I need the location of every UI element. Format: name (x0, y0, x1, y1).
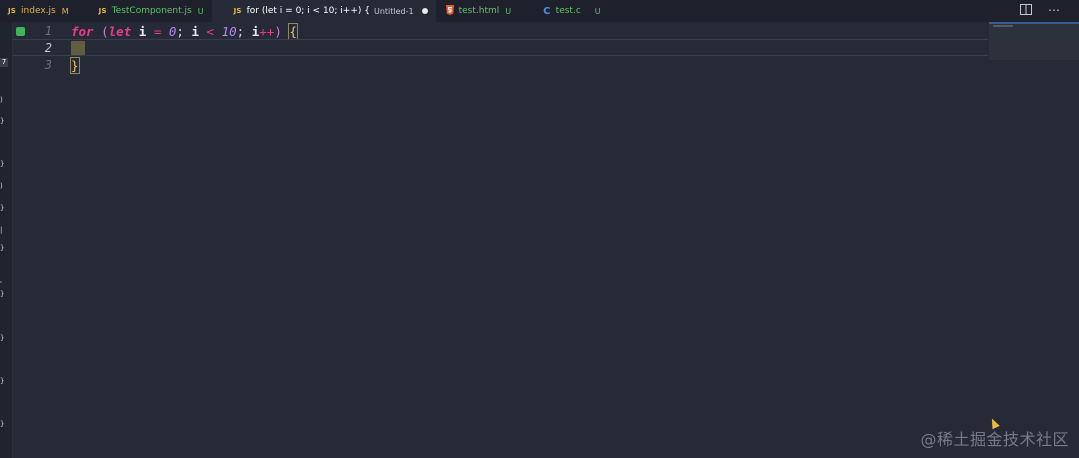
strip-glyph: } (0, 377, 5, 385)
strip-glyph: } (0, 160, 5, 168)
minimap-slider[interactable] (989, 22, 1079, 24)
tab-label: test.c (555, 6, 581, 16)
watermark: @稀土掘金技术社区 (920, 430, 1069, 449)
editor-tab-bar: JS index.js M JS TestComponent.js U JS f… (0, 0, 1079, 22)
git-status-badge: U (505, 6, 512, 16)
code-line-current[interactable]: 2 (13, 39, 988, 56)
minimap[interactable] (989, 22, 1079, 60)
strip-glyph: ' (0, 280, 2, 288)
more-actions-icon[interactable]: ⋯ (1047, 4, 1061, 17)
html5-icon (445, 5, 454, 17)
tab-label: test.html (458, 6, 500, 16)
code-line[interactable]: 1 for (let i = 0; i < 10; i++) { (13, 23, 988, 40)
git-status-badge: U (197, 6, 204, 16)
strip-glyph: ) (0, 182, 3, 190)
strip-glyph: ) (0, 96, 3, 104)
tab-label: index.js (21, 6, 56, 16)
minimap-code-preview (993, 25, 1013, 27)
code-editor[interactable]: 1 for (let i = 0; i < 10; i++) { 2 3 } (13, 22, 1079, 458)
strip-glyph: } (0, 334, 5, 342)
left-panel-strip: 7 ) } } ) } | } ' } } } } (0, 22, 13, 458)
code-text[interactable]: } (70, 57, 80, 74)
strip-glyph: } (0, 204, 5, 212)
split-editor-icon[interactable] (1019, 4, 1033, 17)
strip-glyph: } (0, 290, 5, 298)
vscode-window: JS index.js M JS TestComponent.js U JS f… (0, 0, 1079, 458)
javascript-file-icon: JS (8, 7, 17, 15)
strip-glyph: } (0, 420, 5, 428)
tab-index-js[interactable]: JS index.js M (0, 0, 77, 22)
tab-label: TestComponent.js (111, 6, 192, 16)
tab-test-html[interactable]: test.html U (435, 0, 520, 22)
tab-untitled-1[interactable]: JS for (let i = 0; i < 10; i++) { Untitl… (211, 0, 436, 22)
tab-test-c[interactable]: C test.c U (519, 0, 609, 22)
editor-actions: ⋯ (1019, 4, 1061, 17)
c-language-icon: C (543, 5, 551, 17)
code-text[interactable]: for (let i = 0; i < 10; i++) { (71, 23, 298, 40)
unsaved-dot-icon[interactable] (421, 8, 428, 14)
strip-glyph: | (0, 226, 3, 234)
code-line[interactable]: 3 } (13, 57, 988, 74)
strip-badge: 7 (0, 58, 8, 67)
javascript-file-icon: JS (98, 7, 107, 15)
strip-glyph: } (0, 117, 5, 125)
javascript-file-icon: JS (233, 7, 242, 15)
line-number: 1 (44, 24, 52, 38)
tab-label: for (let i = 0; i < 10; i++) { (246, 6, 370, 16)
git-status-badge: M (61, 6, 69, 16)
git-status-badge: U (594, 6, 601, 16)
line-number: 2 (44, 41, 52, 55)
tab-testcomponent-js[interactable]: JS TestComponent.js U (76, 0, 212, 22)
strip-glyph: } (0, 244, 5, 252)
text-cursor (71, 41, 85, 55)
tab-description: Untitled-1 (373, 6, 414, 16)
line-number: 3 (44, 58, 52, 72)
